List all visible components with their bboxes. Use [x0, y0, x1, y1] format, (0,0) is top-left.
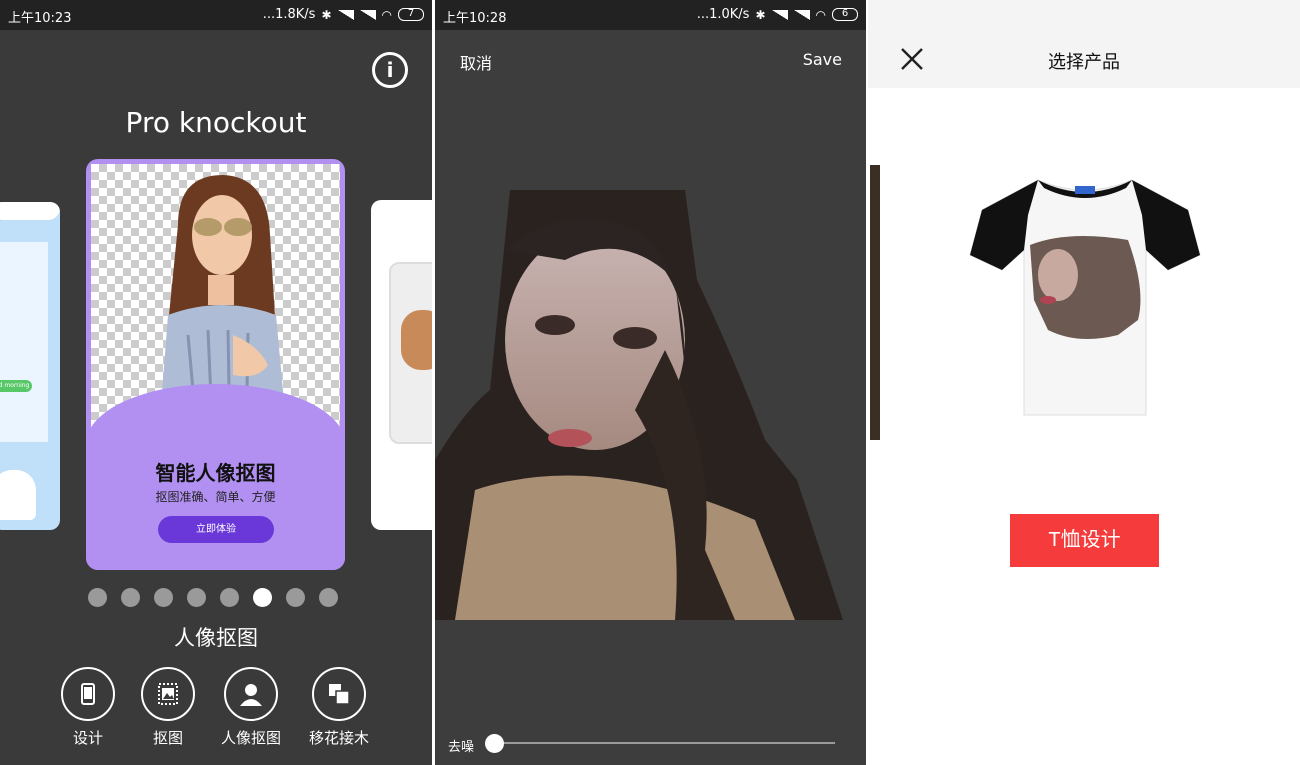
- tool-label: 抠图: [152, 729, 183, 747]
- status-time: 上午10:28: [443, 11, 507, 26]
- pager-dot[interactable]: [220, 588, 239, 607]
- choose-product-screen: 选择产品 T恤设计: [868, 0, 1300, 765]
- tool-graft[interactable]: 移花接木: [299, 667, 379, 748]
- tool-portrait-cutout[interactable]: 人像抠图: [211, 667, 291, 748]
- denoise-slider-thumb[interactable]: [485, 734, 504, 753]
- pager-dot[interactable]: [121, 588, 140, 607]
- try-now-button[interactable]: 立即体验: [158, 516, 274, 543]
- section-label: 人像抠图: [174, 626, 258, 650]
- page-title: 选择产品: [1048, 52, 1120, 73]
- status-time: 上午10:23: [8, 11, 72, 26]
- chat-bubble: od morning: [0, 380, 32, 392]
- phone-icon: [61, 667, 115, 721]
- status-bar: [868, 0, 1300, 30]
- previous-product-image[interactable]: [870, 165, 880, 440]
- knockout-home-screen: 上午10:23 ...1.8K/s ✱ ◠ 7 i Pro knockout o…: [0, 0, 432, 765]
- tool-label: 人像抠图: [220, 729, 281, 747]
- carousel-card-current[interactable]: 智能人像抠图 抠图准确、简单、方便 立即体验: [86, 159, 345, 570]
- pager-dot[interactable]: [319, 588, 338, 607]
- wifi-icon: ◠: [815, 7, 826, 22]
- cat-sticker-image: [0, 470, 36, 520]
- card-subtitle: 抠图准确、简单、方便: [155, 490, 276, 504]
- header-bar: 选择产品: [868, 30, 1300, 88]
- tshirt-product-image[interactable]: [968, 170, 1202, 420]
- battery-icon: 7: [398, 8, 424, 21]
- tool-design[interactable]: 设计: [48, 667, 128, 748]
- battery-icon: 6: [832, 8, 858, 21]
- tool-bar: 设计 抠图 人像抠图 移花接木: [56, 667, 386, 747]
- signal-icon-2: [793, 9, 810, 20]
- signal-icon: [337, 9, 354, 20]
- wifi-icon: ◠: [381, 7, 392, 22]
- info-icon[interactable]: i: [372, 52, 408, 88]
- edit-cutout-screen: 上午10:28 ...1.0K/s ✱ ◠ 6 取消 Save 去噪: [435, 0, 866, 765]
- tool-label: 设计: [72, 729, 103, 747]
- status-bar: 上午10:28 ...1.0K/s ✱ ◠ 6: [435, 0, 866, 30]
- card-title: 智能人像抠图: [155, 461, 276, 485]
- signal-icon-2: [359, 9, 376, 20]
- cloud-decoration: [0, 202, 60, 220]
- carousel-card-next[interactable]: [371, 200, 432, 530]
- carousel-card-prev[interactable]: od morning: [0, 202, 60, 530]
- bluetooth-icon: ✱: [755, 7, 766, 22]
- layers-icon: [312, 667, 366, 721]
- network-speed: ...1.0K/s: [696, 7, 750, 22]
- tshirt-design-button[interactable]: T恤设计: [1010, 514, 1159, 567]
- denoise-slider-track[interactable]: [495, 742, 835, 744]
- tool-cutout[interactable]: 抠图: [128, 667, 208, 748]
- signal-icon: [771, 9, 788, 20]
- person-icon: [224, 667, 278, 721]
- pager-dot-active[interactable]: [253, 588, 272, 607]
- app-title: Pro knockout: [125, 106, 307, 139]
- network-speed: ...1.8K/s: [262, 7, 316, 22]
- pager-dot[interactable]: [286, 588, 305, 607]
- pager-dot[interactable]: [187, 588, 206, 607]
- image-icon: [141, 667, 195, 721]
- pager-dot[interactable]: [88, 588, 107, 607]
- tool-label: 移花接木: [308, 729, 369, 747]
- status-bar: 上午10:23 ...1.8K/s ✱ ◠ 7: [0, 0, 432, 30]
- save-button[interactable]: Save: [803, 50, 842, 69]
- portrait-preview-image: [401, 310, 432, 370]
- cutout-photo-image: [435, 190, 843, 620]
- cancel-button[interactable]: 取消: [460, 50, 492, 74]
- chat-screen-preview: [0, 242, 48, 442]
- denoise-label: 去噪: [448, 740, 475, 755]
- carousel-pager: [88, 588, 338, 607]
- bluetooth-icon: ✱: [321, 7, 332, 22]
- pager-dot[interactable]: [154, 588, 173, 607]
